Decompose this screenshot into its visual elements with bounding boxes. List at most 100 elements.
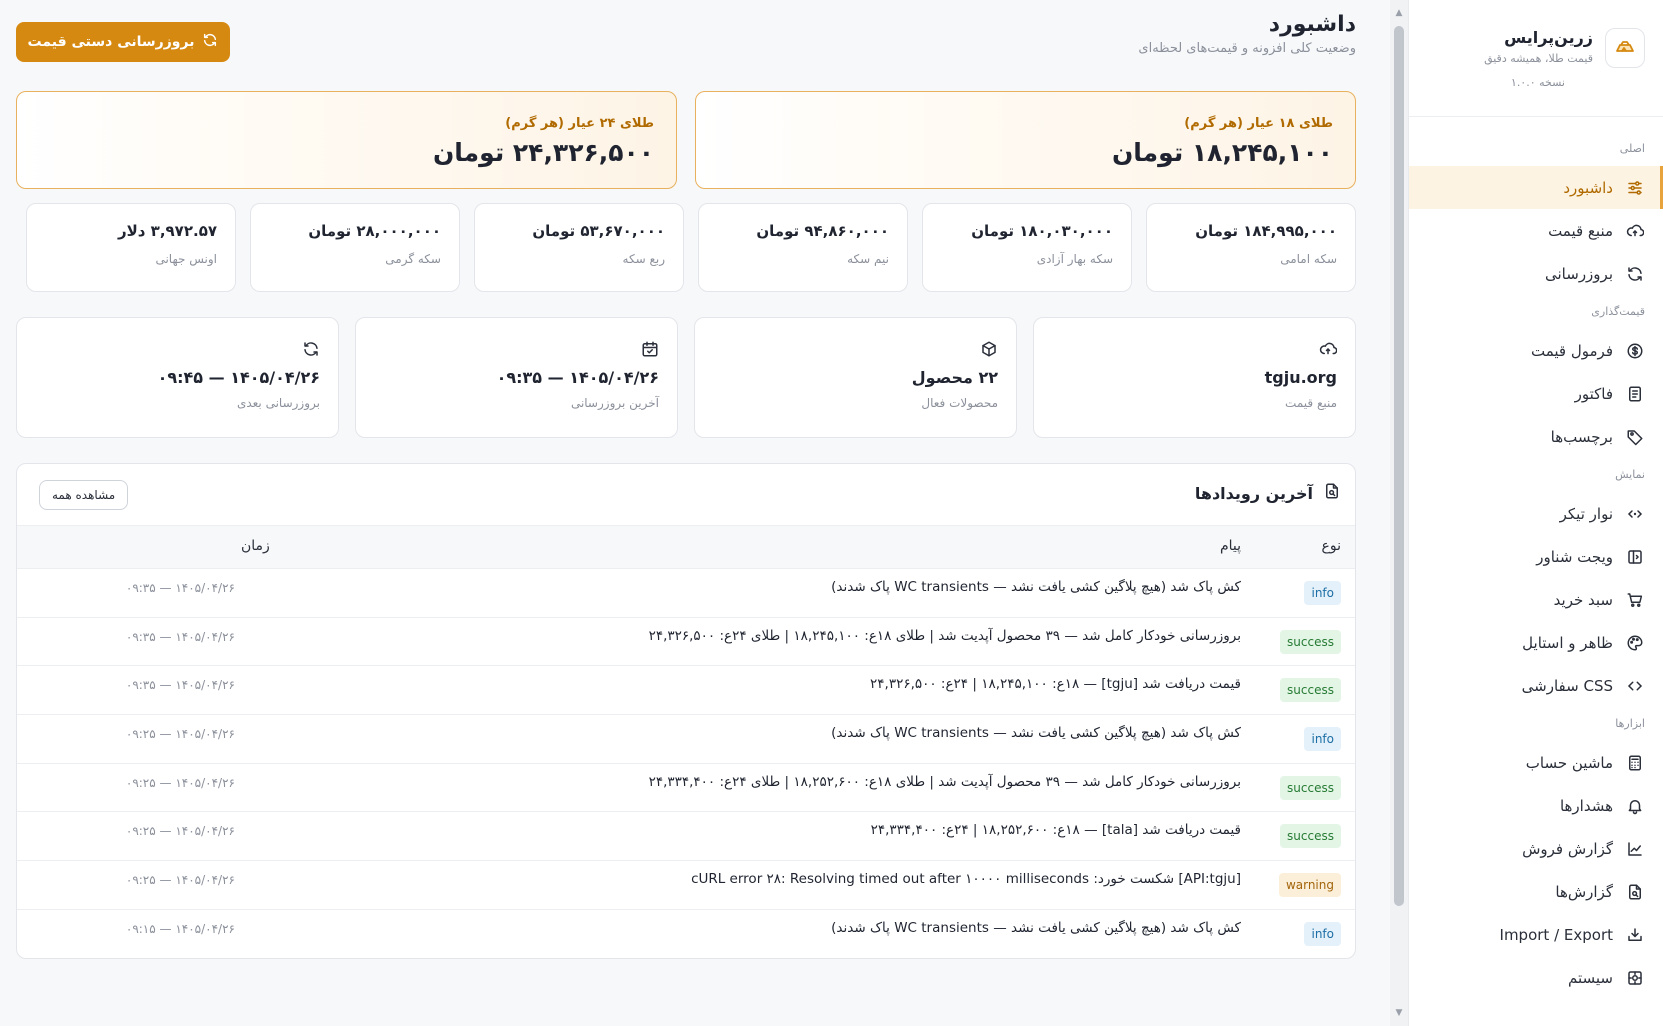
table-row: info کش پاک شد (هیچ پلاگین کشی یافت نشد … — [17, 569, 1355, 618]
sidebar-item-custom-css[interactable]: CSS سفارشی — [1409, 664, 1663, 707]
sidebar-item-import-export[interactable]: Import / Export — [1409, 913, 1663, 956]
sidebar-item-label: فرمول قیمت — [1531, 341, 1613, 360]
event-message: بروزرسانی خودکار کامل شد — ۳۹ محصول آپدی… — [648, 627, 1241, 644]
table-row: warning [API:tgju] شکست خورد: cURL error… — [17, 861, 1355, 910]
main-content: داشبورد وضعیت کلی افزونه و قیمت‌های لحظه… — [0, 0, 1372, 1026]
event-time: ۱۴۰۵/۰۴/۲۶ — ۰۹:۱۵ — [125, 921, 235, 936]
sidebar-item-reports[interactable]: گزارش‌ها — [1409, 870, 1663, 913]
sidebar-item-invoice[interactable]: فاکتور — [1409, 372, 1663, 415]
stat-last-update: ۱۴۰۵/۰۴/۲۶ — ۰۹:۳۵ آخرین بروزرسانی — [355, 317, 678, 438]
events-table-body: info کش پاک شد (هیچ پلاگین کشی یافت نشد … — [17, 569, 1355, 958]
stat-label: آخرین بروزرسانی — [570, 396, 659, 410]
coin-label: نیم سکه — [847, 252, 889, 266]
sidebar-item-ticker[interactable]: نوار تیکر — [1409, 492, 1663, 535]
gold-24-card: طلای ۲۴ عیار (هر گرم) ۲۴,۳۲۶,۵۰۰ تومان — [16, 91, 677, 189]
gold-18-card: طلای ۱۸ عیار (هر گرم) ۱۸,۲۴۵,۱۰۰ تومان — [695, 91, 1356, 189]
coin-label: ربع سکه — [622, 252, 665, 266]
col-message: پیام — [1219, 538, 1241, 554]
nav-section-main: اصلی — [1619, 142, 1645, 155]
sidebar-item-tags[interactable]: برچسب‌ها — [1409, 415, 1663, 458]
events-title-text: آخرین رویدادها — [1194, 483, 1313, 503]
refresh-icon — [202, 32, 218, 52]
scroll-thumb[interactable] — [1394, 26, 1404, 906]
coin-card-bahar: ۱۸۰,۰۳۰,۰۰۰ تومان سکه بهار آزادی — [922, 203, 1132, 292]
nav-section-pricing: قیمت‌گذاری — [1591, 305, 1645, 318]
event-message: کش پاک شد (هیچ پلاگین کشی یافت نشد — WC … — [831, 725, 1241, 742]
sidebar-item-label: گزارش‌ها — [1555, 882, 1613, 901]
sidebar-item-appearance[interactable]: ظاهر و استایل — [1409, 621, 1663, 664]
scroll-down-arrow-icon[interactable]: ▼ — [1394, 1008, 1404, 1018]
table-row: success قیمت دریافت شد [tgju] — ۱۸ع: ۱۸,… — [17, 666, 1355, 716]
page-title: داشبورد — [1268, 12, 1356, 37]
file-search-icon — [1323, 482, 1341, 504]
cloud-sync-icon — [1317, 340, 1338, 360]
sidebar-item-label: CSS سفارشی — [1521, 676, 1613, 695]
table-row: success قیمت دریافت شد [tala] — ۱۸ع: ۱۸,… — [17, 812, 1355, 862]
brand-name: زرین‌پرایس — [1504, 28, 1593, 47]
event-message: قیمت دریافت شد [tala] — ۱۸ع: ۱۸,۲۵۲,۶۰۰ … — [870, 822, 1241, 839]
box-icon — [978, 340, 998, 360]
events-title: آخرین رویدادها — [1195, 482, 1341, 504]
col-type: نوع — [1321, 538, 1341, 554]
coin-value: ۵۳,۶۷۰,۰۰۰ تومان — [532, 222, 665, 240]
event-message: قیمت دریافت شد [tgju] — ۱۸ع: ۱۸,۲۴۵,۱۰۰ … — [870, 676, 1241, 693]
sidebar-item-label: سبد خرید — [1553, 590, 1613, 609]
stat-label: بروزرسانی بعدی — [236, 396, 320, 410]
sidebar-item-price-source[interactable]: منبع قیمت — [1409, 209, 1663, 252]
coin-label: اونس جهانی — [155, 252, 217, 266]
event-message: کش پاک شد (هیچ پلاگین کشی یافت نشد — WC … — [831, 579, 1241, 595]
type-badge: info — [1304, 727, 1341, 752]
sidebar-item-system[interactable]: سیستم — [1409, 956, 1663, 999]
event-message: [API:tgju] شکست خورد: cURL error ۲۸: Res… — [691, 871, 1241, 888]
event-message: بروزرسانی خودکار کامل شد — ۳۹ محصول آپدی… — [648, 773, 1241, 790]
tag-icon — [1625, 427, 1645, 447]
coin-card-ounce: ۳,۹۷۲.۵۷ دلار اونس جهانی — [26, 203, 236, 292]
file-search-icon — [1625, 882, 1645, 902]
system-icon — [1625, 968, 1645, 988]
coin-card-rob: ۵۳,۶۷۰,۰۰۰ تومان ربع سکه — [474, 203, 684, 292]
sidebar-item-floating-widget[interactable]: ویجت شناور — [1409, 535, 1663, 578]
stat-value: tgju.org — [1264, 368, 1337, 387]
sidebar-item-price-formula[interactable]: فرمول قیمت — [1409, 329, 1663, 372]
manual-refresh-button[interactable]: بروزرسانی دستی قیمت — [16, 22, 230, 62]
sidebar-item-label: نوار تیکر — [1559, 504, 1613, 523]
sidebar-item-update[interactable]: بروزرسانی — [1409, 252, 1663, 295]
refresh-icon — [300, 340, 320, 360]
col-time: زمان — [241, 538, 270, 554]
sidebar-nav: اصلی داشبورد منبع قیمت بروزرسانی قیمت‌گذ… — [1409, 132, 1663, 999]
coin-label: سکه بهار آزادی — [1036, 252, 1113, 266]
bell-icon — [1625, 796, 1645, 816]
sidebar-panel-icon — [1625, 547, 1645, 567]
cloud-sync-icon — [1625, 221, 1645, 241]
sidebar-item-alerts[interactable]: هشدارها — [1409, 784, 1663, 827]
sidebar-item-dashboard[interactable]: داشبورد — [1409, 166, 1663, 209]
coin-label: سکه امامی — [1280, 252, 1337, 266]
sidebar-item-cart[interactable]: سبد خرید — [1409, 578, 1663, 621]
sidebar-item-label: ظاهر و استایل — [1522, 633, 1613, 652]
refresh-icon — [1625, 264, 1645, 284]
stat-value: ۱۴۰۵/۰۴/۲۶ — ۰۹:۴۵ — [157, 368, 320, 387]
view-all-button[interactable]: مشاهده همه — [39, 480, 129, 510]
calendar-sync-icon — [639, 340, 659, 360]
page-subtitle: وضعیت کلی افزونه و قیمت‌های لحظه‌ای — [1138, 41, 1356, 56]
download-tray-icon — [1625, 925, 1645, 945]
sidebar-item-sales-report[interactable]: گزارش فروش — [1409, 827, 1663, 870]
type-badge: success — [1280, 678, 1341, 703]
sidebar-item-calculator[interactable]: ماشین حساب — [1409, 741, 1663, 784]
sidebar: زرین‌پرایس قیمت طلا، همیشه دقیق نسخه ۱.۰… — [1408, 0, 1663, 1026]
gold-18-value: ۱۸,۲۴۵,۱۰۰ تومان — [1111, 138, 1333, 167]
event-time: ۱۴۰۵/۰۴/۲۶ — ۰۹:۳۵ — [125, 629, 235, 644]
table-row: success بروزرسانی خودکار کامل شد — ۳۹ مح… — [17, 618, 1355, 667]
coin-value: ۱۸۴,۹۹۵,۰۰۰ تومان — [1195, 222, 1337, 240]
event-time: ۱۴۰۵/۰۴/۲۶ — ۰۹:۳۵ — [125, 678, 235, 693]
coin-label: سکه گرمی — [385, 252, 441, 266]
coin-value: ۱۸۰,۰۳۰,۰۰۰ تومان — [971, 222, 1113, 240]
brand: زرین‌پرایس قیمت طلا، همیشه دقیق نسخه ۱.۰… — [1469, 24, 1645, 96]
type-badge: success — [1280, 775, 1341, 800]
stat-label: محصولات فعال — [921, 396, 998, 410]
stat-label: منبع قیمت — [1285, 396, 1337, 410]
type-badge: success — [1280, 629, 1341, 654]
sidebar-item-label: فاکتور — [1574, 384, 1613, 403]
page-scrollbar[interactable]: ▲ ▼ — [1390, 0, 1408, 1026]
scroll-up-arrow-icon[interactable]: ▲ — [1394, 8, 1404, 18]
